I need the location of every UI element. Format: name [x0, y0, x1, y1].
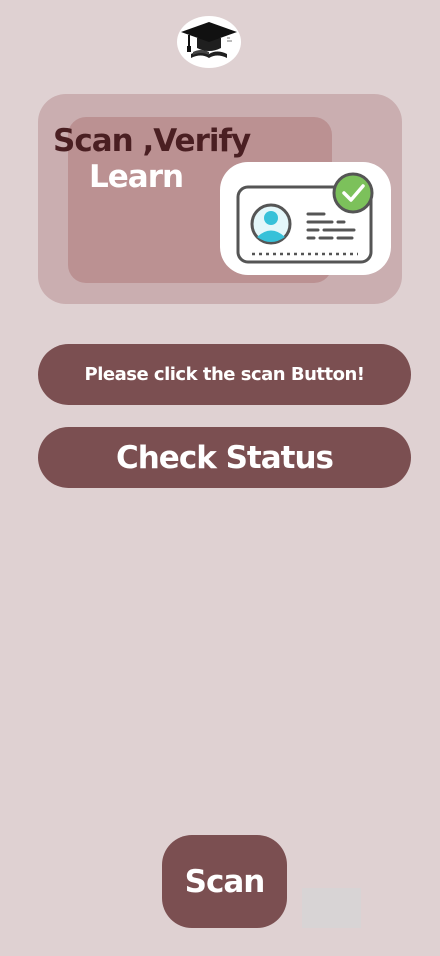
check-status-button[interactable]: Check Status [38, 427, 411, 488]
hero-title: Scan ,Verify [53, 123, 251, 159]
graduation-cap-book-icon [181, 22, 237, 58]
placeholder-tile [302, 888, 361, 928]
id-card-illustration [220, 162, 391, 275]
scan-button[interactable]: Scan [162, 835, 287, 928]
app-logo [177, 16, 241, 68]
hero-banner: Scan ,Verify Learn [38, 94, 402, 304]
scan-instruction-button[interactable]: Please click the scan Button! [38, 344, 411, 405]
hero-subtitle: Learn [89, 159, 184, 195]
verified-id-card-icon [236, 172, 374, 264]
